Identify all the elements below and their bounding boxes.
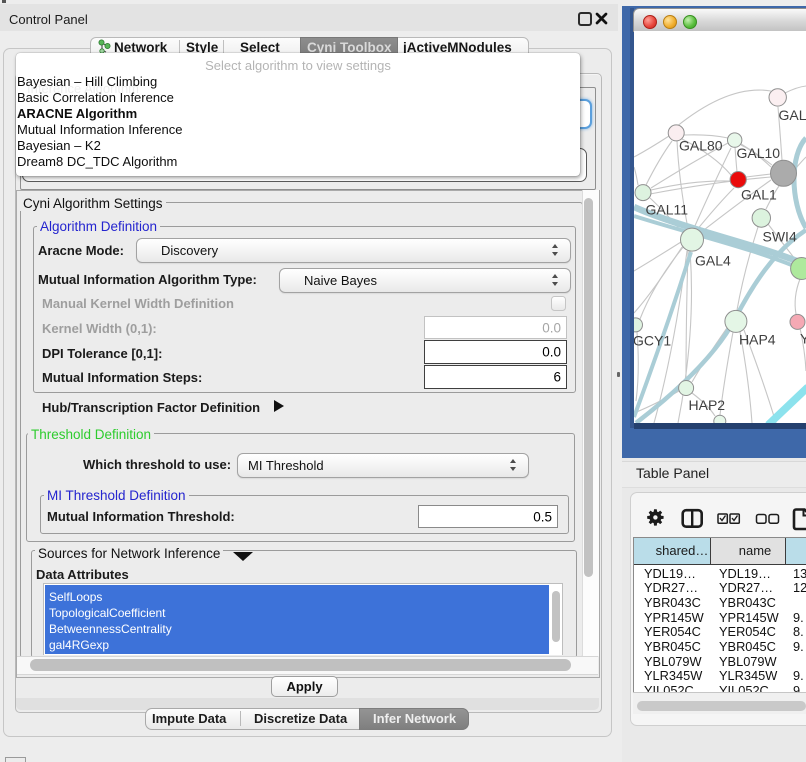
svg-text:HAP2: HAP2 (689, 397, 726, 413)
svg-text:GAL1: GAL1 (741, 187, 777, 203)
svg-text:Y: Y (800, 331, 806, 347)
svg-text:SWI4: SWI4 (763, 229, 797, 245)
svg-text:GCY1: GCY1 (634, 333, 671, 349)
svg-text:GAL11: GAL11 (646, 202, 689, 218)
svg-text:GAL: GAL (779, 107, 806, 123)
svg-text:GAL80: GAL80 (679, 138, 723, 154)
svg-text:GAL4: GAL4 (695, 253, 731, 269)
svg-text:GAL10: GAL10 (737, 145, 781, 161)
svg-text:HAP4: HAP4 (739, 332, 776, 348)
